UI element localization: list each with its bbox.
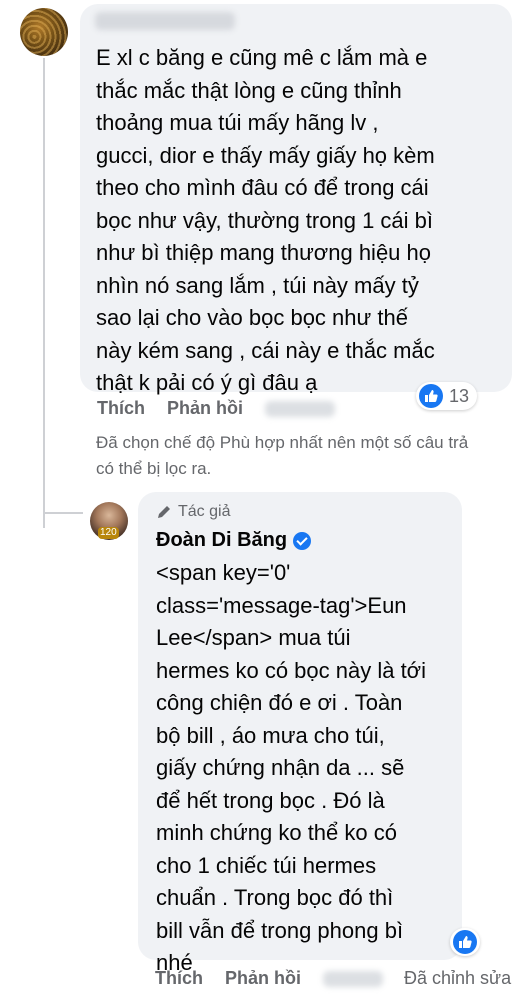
reply-text: <span key='0' class='message-tag'>Eun Le… xyxy=(156,560,426,975)
timestamp-redacted xyxy=(265,401,335,417)
reply-author-name-text: Đoàn Di Băng xyxy=(156,529,288,551)
filter-note: Đã chọn chế độ Phù hợp nhất nên một số c… xyxy=(96,433,469,478)
pencil-icon xyxy=(158,506,170,518)
comment-actions: Thích Phản hồi xyxy=(97,398,335,419)
reaction-count[interactable]: 13 xyxy=(416,382,478,410)
author-tag: Tác giả xyxy=(156,503,230,521)
author-name-redacted xyxy=(95,12,235,30)
reply-button[interactable]: Phản hồi xyxy=(167,398,243,419)
thumbs-up-icon xyxy=(419,384,443,408)
thread-connector xyxy=(43,512,83,514)
thumbs-up-icon xyxy=(453,930,477,954)
verified-badge-icon xyxy=(293,531,312,550)
author-tag-label: Tác giả xyxy=(178,503,231,520)
avatar-badge: 120 xyxy=(98,527,119,539)
thread-line xyxy=(43,58,45,528)
like-button[interactable]: Thích xyxy=(155,968,203,989)
timestamp-redacted xyxy=(323,971,383,987)
avatar[interactable] xyxy=(20,8,68,56)
edited-label: Đã chỉnh sửa xyxy=(404,968,512,988)
like-button[interactable]: Thích xyxy=(97,398,145,419)
reply-reaction[interactable] xyxy=(450,928,480,956)
reaction-count-value: 13 xyxy=(449,385,470,406)
reply-button[interactable]: Phản hồi xyxy=(225,968,301,989)
comment-text: E xl c băng e cũng mê c lắm mà e thắc mắ… xyxy=(96,45,435,395)
reply-author-name[interactable]: Đoàn Di Băng xyxy=(156,529,312,552)
reply-actions: Thích Phản hồi xyxy=(155,968,383,989)
